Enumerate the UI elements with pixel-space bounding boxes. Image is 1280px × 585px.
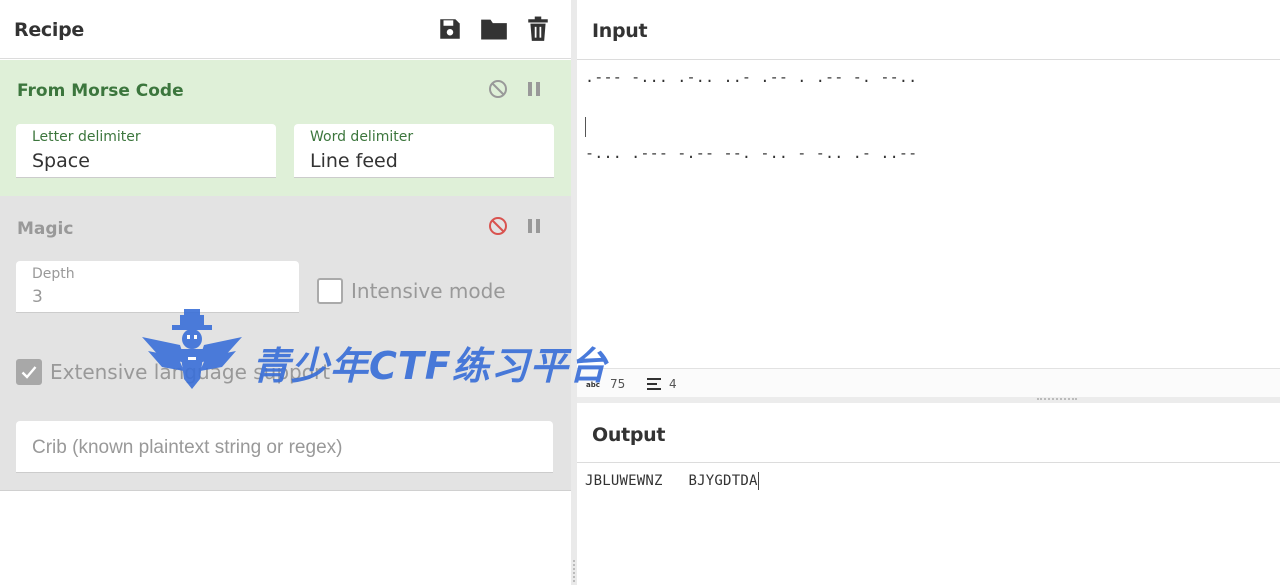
operation-title: From Morse Code	[17, 81, 184, 101]
depth-value[interactable]: 3	[32, 287, 43, 307]
word-delimiter-label: Word delimiter	[310, 129, 414, 145]
pause-icon[interactable]	[523, 78, 545, 100]
depth-label: Depth	[32, 266, 75, 282]
input-text-line[interactable]: -... .--- -.-- --. -.. - -.. .- ..--	[585, 144, 917, 162]
crib-input[interactable]	[32, 437, 532, 459]
depth-field[interactable]: Depth 3	[16, 261, 299, 313]
operation-from-morse-code[interactable]: From Morse Code Letter delimiter Space W…	[0, 60, 571, 196]
input-text-line[interactable]: .--- -... .-.. ..- .-- . .-- -. --..	[585, 68, 917, 86]
operation-controls	[487, 215, 545, 237]
grip	[1037, 398, 1077, 400]
text-cursor	[585, 117, 586, 137]
check-icon	[21, 366, 37, 379]
letter-delimiter-label: Letter delimiter	[32, 129, 141, 145]
disable-icon[interactable]	[487, 215, 509, 237]
recipe-header: Recipe	[0, 0, 571, 59]
word-delimiter-value[interactable]: Line feed	[310, 150, 398, 172]
recipe-pane: Recipe From Morse Code Letter delimiter	[0, 0, 571, 585]
operation-magic[interactable]: Magic Depth 3 Intensive mode Extensive l…	[0, 196, 571, 491]
input-lines-stat: 4	[647, 377, 677, 391]
letter-delimiter-field[interactable]: Letter delimiter Space	[16, 124, 276, 178]
input-status-bar: abc 75 4	[577, 368, 1280, 397]
lines-icon	[647, 378, 661, 390]
operation-title: Magic	[17, 219, 74, 239]
checkbox-box[interactable]	[317, 278, 343, 304]
input-title: Input	[592, 20, 648, 42]
output-header: Output	[577, 403, 1280, 463]
crib-field[interactable]	[16, 421, 553, 473]
output-text[interactable]: JBLUWEWNZ BJYGDTDA	[585, 472, 759, 490]
extensive-language-checkbox[interactable]: Extensive language support	[16, 359, 330, 385]
disable-icon[interactable]	[487, 78, 509, 100]
input-length: 75	[610, 377, 626, 391]
folder-icon[interactable]	[479, 14, 509, 44]
intensive-mode-checkbox[interactable]: Intensive mode	[317, 278, 506, 304]
recipe-toolbar	[435, 14, 553, 44]
save-icon[interactable]	[435, 14, 465, 44]
input-lines: 4	[669, 377, 677, 391]
letter-delimiter-value[interactable]: Space	[32, 150, 90, 172]
output-value: JBLUWEWNZ BJYGDTDA	[585, 473, 758, 489]
extensive-language-label: Extensive language support	[50, 360, 331, 384]
word-delimiter-field[interactable]: Word delimiter Line feed	[294, 124, 554, 178]
recipe-title: Recipe	[14, 19, 84, 41]
pause-icon[interactable]	[523, 215, 545, 237]
checkbox-box[interactable]	[16, 359, 42, 385]
grip	[573, 560, 575, 582]
abc-icon: abc	[586, 381, 600, 389]
output-title: Output	[592, 424, 666, 446]
svg-text:abc: abc	[586, 381, 600, 389]
operation-controls	[487, 78, 545, 100]
input-header: Input	[577, 0, 1280, 60]
input-length-stat: abc 75	[586, 377, 625, 391]
text-cursor	[757, 472, 759, 490]
input-pane: Input .--- -... .-.. ..- .-- . .-- -. --…	[577, 0, 1280, 397]
trash-icon[interactable]	[523, 14, 553, 44]
output-pane: Output JBLUWEWNZ BJYGDTDA	[577, 403, 1280, 585]
intensive-mode-label: Intensive mode	[351, 279, 506, 303]
